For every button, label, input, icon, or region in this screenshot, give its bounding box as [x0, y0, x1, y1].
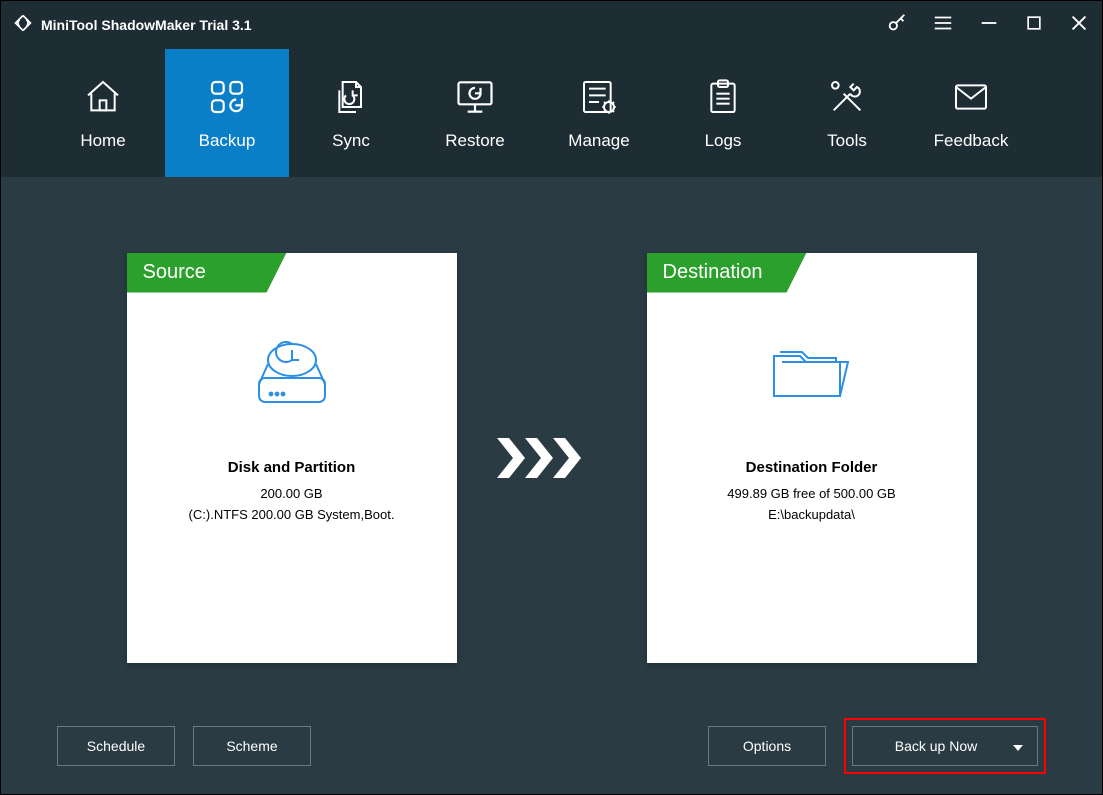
nav-label: Backup [199, 131, 256, 151]
restore-icon [453, 75, 497, 119]
minimize-icon[interactable] [978, 12, 1000, 39]
bottom-bar: Schedule Scheme Options Back up Now [1, 698, 1102, 794]
maximize-icon[interactable] [1024, 13, 1044, 38]
chevron-arrows-icon [497, 438, 607, 478]
sync-icon [331, 75, 371, 119]
home-icon [83, 75, 123, 119]
nav-backup[interactable]: Backup [165, 49, 289, 177]
nav-tools[interactable]: Tools [785, 49, 909, 177]
disk-icon [247, 329, 337, 419]
manage-icon [579, 75, 619, 119]
source-detail: (C:).NTFS 200.00 GB System,Boot. [189, 507, 395, 522]
schedule-button[interactable]: Schedule [57, 726, 175, 766]
nav-manage[interactable]: Manage [537, 49, 661, 177]
destination-path: E:\backupdata\ [768, 507, 855, 522]
source-card[interactable]: Source Disk and Partition 200.00 GB (C:)… [127, 253, 457, 663]
nav-sync[interactable]: Sync [289, 49, 413, 177]
key-icon[interactable] [886, 12, 908, 39]
nav-label: Tools [827, 131, 867, 151]
close-icon[interactable] [1068, 12, 1090, 39]
nav-home[interactable]: Home [41, 49, 165, 177]
card-body: Destination Folder 499.89 GB free of 500… [647, 293, 977, 663]
menu-icon[interactable] [932, 12, 954, 39]
app-title: MiniTool ShadowMaker Trial 3.1 [41, 17, 252, 33]
scheme-button[interactable]: Scheme [193, 726, 311, 766]
nav-label: Manage [568, 131, 629, 151]
nav-restore[interactable]: Restore [413, 49, 537, 177]
nav-label: Sync [332, 131, 370, 151]
window-controls [886, 12, 1090, 39]
backup-now-label: Back up Now [895, 738, 977, 754]
feedback-icon [951, 75, 991, 119]
nav-label: Logs [705, 131, 742, 151]
backup-icon [207, 75, 247, 119]
tools-icon [827, 75, 867, 119]
source-size: 200.00 GB [260, 486, 322, 501]
source-tab-label: Source [127, 253, 287, 293]
card-header: Destination [647, 253, 977, 293]
destination-title: Destination Folder [746, 459, 878, 476]
source-title: Disk and Partition [228, 459, 356, 476]
card-body: Disk and Partition 200.00 GB (C:).NTFS 2… [127, 293, 457, 663]
app-logo-icon [13, 13, 33, 38]
backup-now-button[interactable]: Back up Now [852, 726, 1038, 766]
nav-feedback[interactable]: Feedback [909, 49, 1033, 177]
logs-icon [703, 75, 743, 119]
caret-down-icon [1013, 738, 1023, 754]
app-window: MiniTool ShadowMaker Trial 3.1 [0, 0, 1103, 795]
destination-free: 499.89 GB free of 500.00 GB [727, 486, 895, 501]
titlebar: MiniTool ShadowMaker Trial 3.1 [1, 1, 1102, 49]
backup-now-highlight: Back up Now [844, 718, 1046, 774]
main-nav: Home Backup Sync [1, 49, 1102, 177]
options-button[interactable]: Options [708, 726, 826, 766]
nav-label: Restore [445, 131, 505, 151]
main-content: Source Disk and Partition 200.00 GB (C:)… [1, 177, 1102, 698]
nav-label: Home [80, 131, 125, 151]
folder-icon [762, 329, 862, 419]
card-header: Source [127, 253, 457, 293]
nav-label: Feedback [934, 131, 1009, 151]
destination-tab-label: Destination [647, 253, 807, 293]
destination-card[interactable]: Destination Destination Folder 499.89 GB… [647, 253, 977, 663]
nav-logs[interactable]: Logs [661, 49, 785, 177]
